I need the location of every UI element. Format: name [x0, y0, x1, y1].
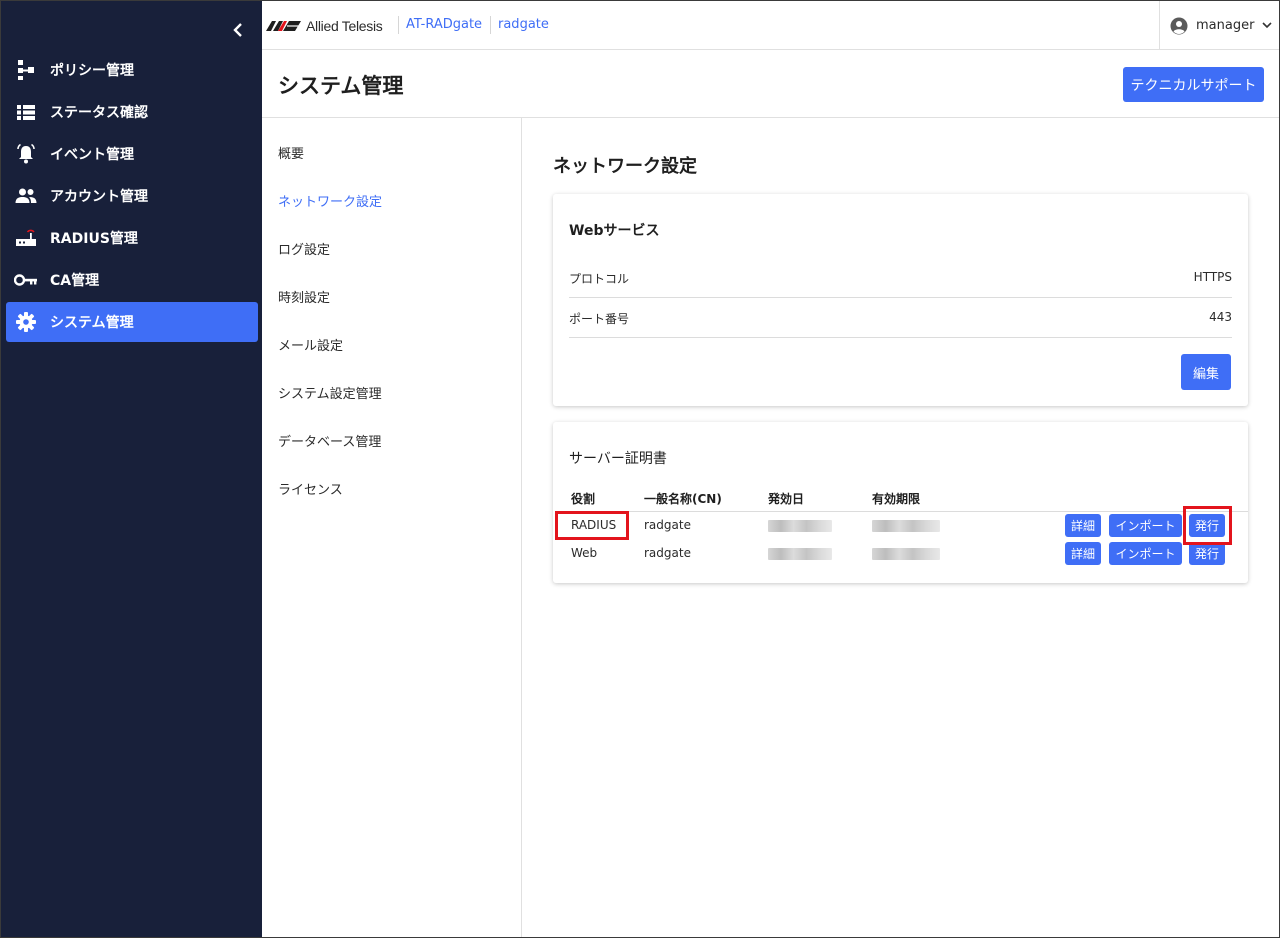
sidebar-item-account[interactable]: アカウント管理	[6, 176, 258, 216]
chevron-down-icon	[1262, 22, 1273, 29]
submenu-item-system-config[interactable]: システム設定管理	[278, 383, 382, 402]
sidebar-item-label: RADIUS管理	[50, 231, 138, 247]
sidebar-item-event[interactable]: イベント管理	[6, 134, 258, 174]
account-circle-icon	[1170, 17, 1188, 34]
issued-date-redacted	[768, 548, 832, 560]
issued-date-redacted	[768, 520, 832, 532]
card-title: サーバー証明書	[569, 451, 667, 467]
sidebar-item-policy[interactable]: ポリシー管理	[6, 50, 258, 90]
table-header-divider	[569, 511, 1248, 512]
expiry-date-redacted	[872, 548, 940, 560]
sidebar-item-label: システム管理	[50, 315, 134, 331]
people-icon	[14, 184, 38, 208]
submenu-item-log[interactable]: ログ設定	[278, 239, 330, 258]
technical-support-button[interactable]: テクニカルサポート	[1123, 67, 1264, 102]
column-header-cn: 一般名称(CN)	[644, 492, 722, 506]
role-cell: RADIUS	[571, 518, 617, 532]
cn-cell: radgate	[644, 518, 691, 532]
allied-telesis-logo-icon	[266, 21, 301, 31]
issue-button[interactable]: 発行	[1189, 514, 1225, 537]
user-name: manager	[1196, 18, 1255, 33]
sidebar-item-label: ステータス確認	[50, 105, 148, 121]
main-content: ネットワーク設定 Webサービス プロトコル HTTPS ポート番号 443 編…	[522, 118, 1279, 937]
protocol-label: プロトコル	[569, 272, 630, 286]
submenu-item-database[interactable]: データベース管理	[278, 431, 381, 450]
sidebar-nav: ポリシー管理 ステータス確認 イベント管理 アカウント管理 RADIUS管理 C…	[1, 50, 262, 344]
list-icon	[14, 100, 38, 124]
sidebar-item-radius[interactable]: RADIUS管理	[6, 218, 258, 258]
sidebar-item-label: アカウント管理	[50, 189, 148, 205]
detail-button[interactable]: 詳細	[1065, 514, 1101, 537]
breadcrumb-product[interactable]: AT-RADgate	[406, 17, 482, 32]
gear-icon	[14, 310, 38, 334]
page-title: システム管理	[278, 74, 404, 98]
cn-cell: radgate	[644, 546, 691, 560]
submenu-item-network[interactable]: ネットワーク設定	[278, 191, 382, 210]
import-button[interactable]: インポート	[1109, 514, 1182, 537]
submenu-item-time[interactable]: 時刻設定	[278, 287, 330, 306]
submenu-item-overview[interactable]: 概要	[278, 143, 304, 162]
system-submenu: 概要 ネットワーク設定 ログ設定 時刻設定 メール設定 システム設定管理 データ…	[262, 118, 522, 937]
sidebar-item-ca[interactable]: CA管理	[6, 260, 258, 300]
submenu-item-mail[interactable]: メール設定	[278, 335, 343, 354]
policy-tree-icon	[14, 58, 38, 82]
crumb-divider	[398, 16, 399, 34]
app-window: ポリシー管理 ステータス確認 イベント管理 アカウント管理 RADIUS管理 C…	[0, 0, 1280, 938]
server-certificate-card: サーバー証明書 役割 一般名称(CN) 発効日 有効期限 RADIUS radg…	[553, 422, 1248, 583]
column-header-role: 役割	[571, 492, 596, 506]
page-header: システム管理 テクニカルサポート	[262, 50, 1279, 118]
role-cell: Web	[571, 546, 598, 560]
sidebar-item-status[interactable]: ステータス確認	[6, 92, 258, 132]
port-value: 443	[1209, 310, 1232, 324]
bell-icon	[14, 142, 38, 166]
protocol-row: プロトコル HTTPS	[569, 258, 1232, 298]
port-label: ポート番号	[569, 312, 630, 326]
breadcrumb-host[interactable]: radgate	[498, 17, 549, 32]
card-title: Webサービス	[569, 223, 660, 239]
section-title: ネットワーク設定	[553, 156, 697, 177]
edit-button[interactable]: 編集	[1181, 354, 1231, 390]
brand-logo: Allied Telesis	[266, 17, 383, 35]
sidebar: ポリシー管理 ステータス確認 イベント管理 アカウント管理 RADIUS管理 C…	[1, 1, 262, 937]
port-row: ポート番号 443	[569, 298, 1232, 338]
detail-button[interactable]: 詳細	[1065, 542, 1101, 565]
expiry-date-redacted	[872, 520, 940, 532]
protocol-value: HTTPS	[1193, 270, 1232, 284]
column-header-expires: 有効期限	[872, 492, 921, 506]
user-menu[interactable]: manager	[1159, 1, 1279, 50]
submenu-item-license[interactable]: ライセンス	[278, 479, 343, 498]
sidebar-item-label: CA管理	[50, 273, 100, 289]
chevron-left-icon	[233, 23, 242, 37]
sidebar-item-label: イベント管理	[50, 147, 134, 163]
sidebar-item-system[interactable]: システム管理	[6, 302, 258, 342]
sidebar-item-label: ポリシー管理	[50, 63, 134, 79]
key-icon	[14, 268, 38, 292]
sidebar-collapse-button[interactable]	[227, 19, 249, 41]
import-button[interactable]: インポート	[1109, 542, 1182, 565]
column-header-issued: 発効日	[768, 492, 805, 506]
crumb-divider	[490, 16, 491, 34]
web-service-card: Webサービス プロトコル HTTPS ポート番号 443 編集	[553, 194, 1248, 406]
issue-button[interactable]: 発行	[1189, 542, 1225, 565]
router-icon	[14, 226, 38, 250]
brand-name: Allied Telesis	[306, 18, 383, 34]
top-bar: Allied Telesis AT-RADgate radgate manage…	[262, 1, 1279, 50]
